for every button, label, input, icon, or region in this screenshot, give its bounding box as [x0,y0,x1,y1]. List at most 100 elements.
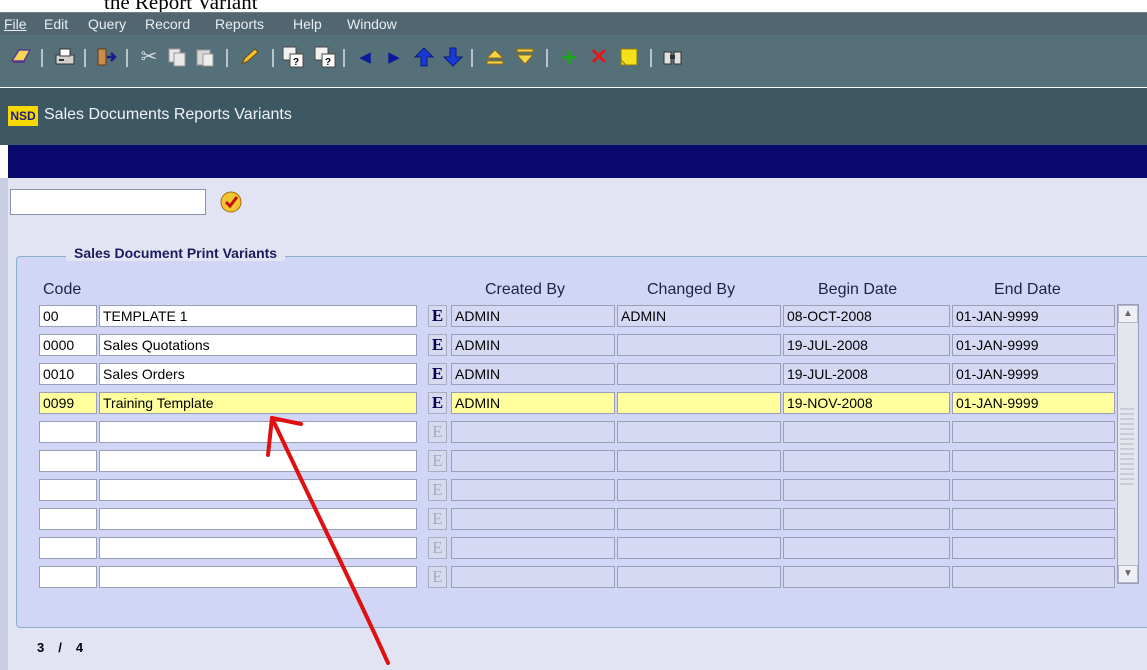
name-cell[interactable] [99,508,417,530]
query-execute-icon[interactable]: ? [312,44,338,70]
edit-variant-button[interactable]: E [428,479,447,501]
find-icon[interactable] [660,44,686,70]
query-enter-icon[interactable]: ? [280,44,306,70]
end-date-cell[interactable] [952,479,1115,501]
note-icon[interactable] [616,44,642,70]
name-cell[interactable] [99,450,417,472]
begin-date-cell[interactable]: 19-JUL-2008 [783,334,950,356]
next-record-icon[interactable] [440,44,466,70]
code-cell[interactable] [39,450,97,472]
name-cell[interactable]: Training Template [99,392,417,414]
edit-icon[interactable] [236,44,262,70]
begin-date-cell[interactable] [783,537,950,559]
last-record-icon[interactable] [512,44,538,70]
menu-query[interactable]: Query [88,16,126,32]
code-cell[interactable]: 0000 [39,334,97,356]
begin-date-cell[interactable] [783,479,950,501]
code-cell[interactable] [39,421,97,443]
changed-by-cell[interactable] [617,363,781,385]
edit-variant-button[interactable]: E [428,508,447,530]
name-cell[interactable] [99,421,417,443]
changed-by-cell[interactable] [617,421,781,443]
edit-variant-button[interactable]: E [428,450,447,472]
copy-icon[interactable] [164,44,190,70]
code-cell[interactable]: 0010 [39,363,97,385]
exit-icon[interactable] [94,44,120,70]
print-icon[interactable] [52,44,78,70]
created-by-cell[interactable] [451,537,615,559]
previous-block-icon[interactable]: ◀ [352,44,378,70]
changed-by-cell[interactable] [617,566,781,588]
end-date-cell[interactable] [952,421,1115,443]
changed-by-cell[interactable] [617,450,781,472]
scroll-up-icon[interactable]: ▲ [1118,305,1138,323]
begin-date-cell[interactable]: 19-NOV-2008 [783,392,950,414]
previous-record-icon[interactable] [411,44,437,70]
edit-variant-button[interactable]: E [428,537,447,559]
menu-help[interactable]: Help [293,16,322,32]
menu-file[interactable]: File [4,16,27,32]
save-icon[interactable] [8,44,34,70]
end-date-cell[interactable]: 01-JAN-9999 [952,363,1115,385]
next-block-icon[interactable]: ▶ [381,44,407,70]
name-cell[interactable] [99,479,417,501]
menu-record[interactable]: Record [145,16,190,32]
scroll-grip[interactable] [1120,405,1134,485]
begin-date-cell[interactable]: 08-OCT-2008 [783,305,950,327]
name-cell[interactable]: Sales Orders [99,363,417,385]
code-cell[interactable] [39,566,97,588]
created-by-cell[interactable]: ADMIN [451,392,615,414]
end-date-cell[interactable]: 01-JAN-9999 [952,305,1115,327]
delete-record-icon[interactable]: ✕ [586,44,612,70]
end-date-cell[interactable] [952,566,1115,588]
paste-icon[interactable] [192,44,218,70]
edit-variant-button[interactable]: E [428,566,447,588]
changed-by-cell[interactable] [617,508,781,530]
edit-variant-button[interactable]: E [428,334,447,356]
end-date-cell[interactable] [952,508,1115,530]
code-cell[interactable] [39,537,97,559]
changed-by-cell[interactable] [617,392,781,414]
edit-variant-button[interactable]: E [428,392,447,414]
created-by-cell[interactable]: ADMIN [451,305,615,327]
end-date-cell[interactable] [952,537,1115,559]
created-by-cell[interactable] [451,479,615,501]
changed-by-cell[interactable] [617,537,781,559]
scroll-down-icon[interactable]: ▼ [1118,565,1138,583]
created-by-cell[interactable] [451,566,615,588]
created-by-cell[interactable] [451,421,615,443]
changed-by-cell[interactable]: ADMIN [617,305,781,327]
code-cell[interactable]: 00 [39,305,97,327]
menu-edit[interactable]: Edit [44,16,68,32]
first-record-icon[interactable] [482,44,508,70]
changed-by-cell[interactable] [617,334,781,356]
end-date-cell[interactable]: 01-JAN-9999 [952,334,1115,356]
created-by-cell[interactable] [451,508,615,530]
created-by-cell[interactable]: ADMIN [451,363,615,385]
name-cell[interactable] [99,566,417,588]
vertical-scrollbar[interactable]: ▲ ▼ [1117,304,1139,584]
created-by-cell[interactable]: ADMIN [451,334,615,356]
name-cell[interactable] [99,537,417,559]
ok-check-button[interactable] [216,189,246,215]
begin-date-cell[interactable] [783,450,950,472]
changed-by-cell[interactable] [617,479,781,501]
begin-date-cell[interactable] [783,566,950,588]
begin-date-cell[interactable] [783,508,950,530]
insert-record-icon[interactable]: + [556,44,582,70]
code-cell[interactable] [39,479,97,501]
created-by-cell[interactable] [451,450,615,472]
menu-reports[interactable]: Reports [215,16,264,32]
begin-date-cell[interactable] [783,421,950,443]
begin-date-cell[interactable]: 19-JUL-2008 [783,363,950,385]
search-input[interactable] [10,189,206,215]
cut-icon[interactable]: ✂ [136,44,162,70]
name-cell[interactable]: TEMPLATE 1 [99,305,417,327]
menu-window[interactable]: Window [347,16,397,32]
edit-variant-button[interactable]: E [428,305,447,327]
end-date-cell[interactable]: 01-JAN-9999 [952,392,1115,414]
name-cell[interactable]: Sales Quotations [99,334,417,356]
edit-variant-button[interactable]: E [428,363,447,385]
edit-variant-button[interactable]: E [428,421,447,443]
end-date-cell[interactable] [952,450,1115,472]
